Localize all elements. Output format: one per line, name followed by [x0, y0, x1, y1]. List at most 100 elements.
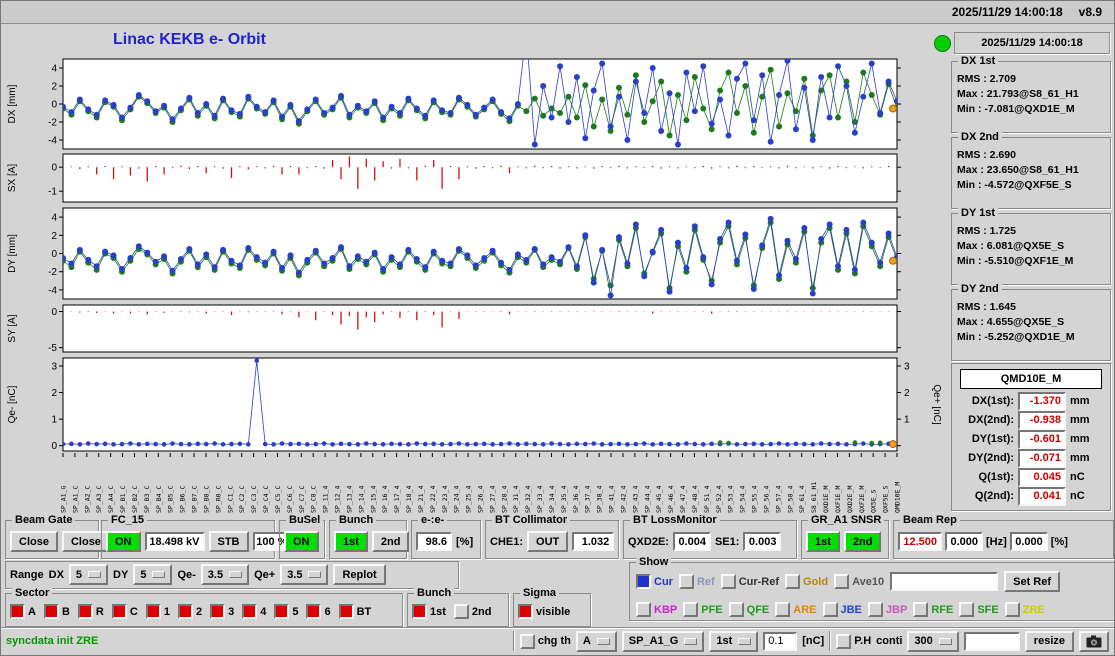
checkbox-box[interactable] [242, 604, 258, 619]
titlebar-version: v8.9 [1078, 5, 1102, 19]
sector-bt-checkbox[interactable]: BT [338, 604, 371, 619]
monitor-select-dropdown[interactable]: SP_A1_G [621, 630, 705, 652]
sector-b-checkbox[interactable]: B [43, 604, 70, 619]
show-ave10-checkbox[interactable]: Ave10 [834, 574, 884, 589]
checkbox-box[interactable] [177, 604, 193, 619]
stat-min: Min : -5.510@QXF1E_M [957, 255, 1074, 267]
sector-3-checkbox[interactable]: 3 [210, 604, 234, 619]
busel-on-button[interactable]: ON [284, 531, 319, 552]
checkbox-box[interactable] [785, 574, 801, 589]
chg-th-checkbox[interactable]: chg th [519, 633, 571, 649]
show-gold-checkbox[interactable]: Gold [785, 574, 828, 589]
show-ref-checkbox[interactable]: Ref [678, 574, 715, 589]
checkbox-box[interactable] [636, 574, 651, 589]
show-jbe-checkbox[interactable]: JBE [822, 602, 862, 617]
sigma-visible-checkbox[interactable]: visible [518, 604, 570, 619]
checkbox-box[interactable] [720, 574, 736, 589]
show-jbp-checkbox[interactable]: JBP [867, 602, 907, 617]
checkbox-box[interactable] [836, 633, 852, 649]
snsr-1st-button[interactable]: 1st [806, 531, 840, 552]
svg-text:SP_41_4: SP_41_4 [608, 486, 616, 513]
checkbox-box[interactable] [834, 574, 850, 589]
threshold-input[interactable] [763, 631, 798, 651]
snsr-2nd-button[interactable]: 2nd [843, 531, 882, 552]
checkbox-box[interactable] [728, 602, 744, 617]
interval-dropdown[interactable]: 300 [907, 630, 959, 652]
svg-text:QXF1E_M: QXF1E_M [834, 486, 842, 513]
bunch-1st-checkbox[interactable]: 1st [412, 604, 446, 619]
checkbox-box[interactable] [519, 633, 535, 649]
svg-text:SP_32_4: SP_32_4 [524, 486, 532, 513]
show-cur-ref-checkbox[interactable]: Cur-Ref [720, 574, 779, 589]
range-dx-dropdown[interactable]: 5 [68, 564, 109, 585]
checkbox-box[interactable] [822, 602, 838, 617]
checkbox-box[interactable] [636, 602, 651, 617]
sector-select-dropdown[interactable]: A [575, 630, 617, 652]
sector-1-checkbox[interactable]: 1 [145, 604, 170, 619]
range-group: Range DX 5 DY 5 Qe- 3.5 Qe+ 3.5 Replot [5, 561, 459, 589]
screenshot-button[interactable] [1079, 630, 1109, 652]
sector-4-checkbox[interactable]: 4 [242, 604, 266, 619]
show-rfe-checkbox[interactable]: RFE [913, 602, 953, 617]
checkbox-box[interactable] [867, 602, 883, 617]
svg-text:DY [mm]: DY [mm] [7, 234, 18, 273]
bunch-2nd-checkbox[interactable]: 2nd [453, 604, 491, 619]
sector-6-checkbox[interactable]: 6 [306, 604, 331, 619]
fc15-stb-button[interactable]: STB [208, 531, 249, 552]
sector-c-checkbox[interactable]: C [111, 604, 138, 619]
show-kbp-checkbox[interactable]: KBP [636, 602, 677, 617]
svg-text:SP_47_4: SP_47_4 [679, 486, 687, 513]
fc15-on-button[interactable]: ON [106, 531, 141, 552]
show-cur-checkbox[interactable]: Cur [636, 574, 673, 589]
checkbox-box[interactable] [338, 604, 354, 619]
checkbox-box[interactable] [274, 604, 290, 619]
checkbox-box[interactable] [306, 604, 322, 619]
range-qep-dropdown[interactable]: 3.5 [280, 564, 329, 585]
conti-toggle[interactable]: conti [876, 635, 902, 647]
set-ref-button[interactable]: Set Ref [1004, 571, 1061, 592]
count-input[interactable] [963, 631, 1020, 651]
checkbox-box[interactable] [775, 602, 791, 617]
sector-r-checkbox[interactable]: R [77, 604, 104, 619]
svg-text:SY [A]: SY [A] [7, 314, 18, 342]
show-are-checkbox[interactable]: ARE [775, 602, 817, 617]
show-pfe-checkbox[interactable]: PFE [683, 602, 723, 617]
checkbox-box[interactable] [412, 604, 427, 619]
threshold-unit: [nC] [802, 635, 825, 647]
checkbox-box[interactable] [913, 602, 929, 617]
che1-out-button[interactable]: OUT [527, 531, 569, 552]
beam-gate-close-button-1[interactable]: Close [10, 531, 58, 552]
ref-name-input[interactable] [890, 572, 999, 591]
show-sfe-checkbox[interactable]: SFE [959, 602, 999, 617]
sector-a-checkbox[interactable]: A [10, 604, 36, 619]
checkbox-box[interactable] [1004, 602, 1020, 617]
checkbox-box[interactable] [210, 604, 226, 619]
stat-rms: RMS : 1.725 [957, 225, 1016, 237]
replot-button[interactable]: Replot [333, 564, 386, 585]
svg-text:SP_B3_C: SP_B3_C [143, 486, 151, 513]
range-qem-dropdown[interactable]: 3.5 [200, 564, 250, 585]
show-zre-checkbox[interactable]: ZRE [1004, 602, 1045, 617]
sector-2-checkbox[interactable]: 2 [177, 604, 202, 619]
bunch-1st-button[interactable]: 1st [334, 531, 368, 552]
checkbox-box[interactable] [678, 574, 694, 589]
bunch-2nd-button[interactable]: 2nd [371, 531, 410, 552]
sector-5-checkbox[interactable]: 5 [274, 604, 298, 619]
qxd2e-label: QXD2E: [628, 535, 669, 548]
checkbox-box[interactable] [10, 604, 25, 619]
checkbox-box[interactable] [43, 604, 59, 619]
checkbox-box[interactable] [959, 602, 975, 617]
checkbox-box[interactable] [145, 604, 161, 619]
ph-checkbox[interactable]: P.H [836, 633, 871, 649]
checkbox-box[interactable] [683, 602, 699, 617]
svg-text:SP_C6_C: SP_C6_C [286, 486, 294, 513]
checkbox-box[interactable] [77, 604, 93, 619]
group-title: BT LossMonitor [630, 514, 720, 526]
checkbox-box[interactable] [453, 604, 469, 619]
resize-button[interactable]: resize [1024, 630, 1074, 652]
range-dy-dropdown[interactable]: 5 [133, 564, 173, 585]
bunch-select-dropdown[interactable]: 1st [709, 630, 759, 652]
checkbox-box[interactable] [111, 604, 127, 619]
checkbox-box[interactable] [518, 604, 533, 619]
show-qfe-checkbox[interactable]: QFE [728, 602, 769, 617]
